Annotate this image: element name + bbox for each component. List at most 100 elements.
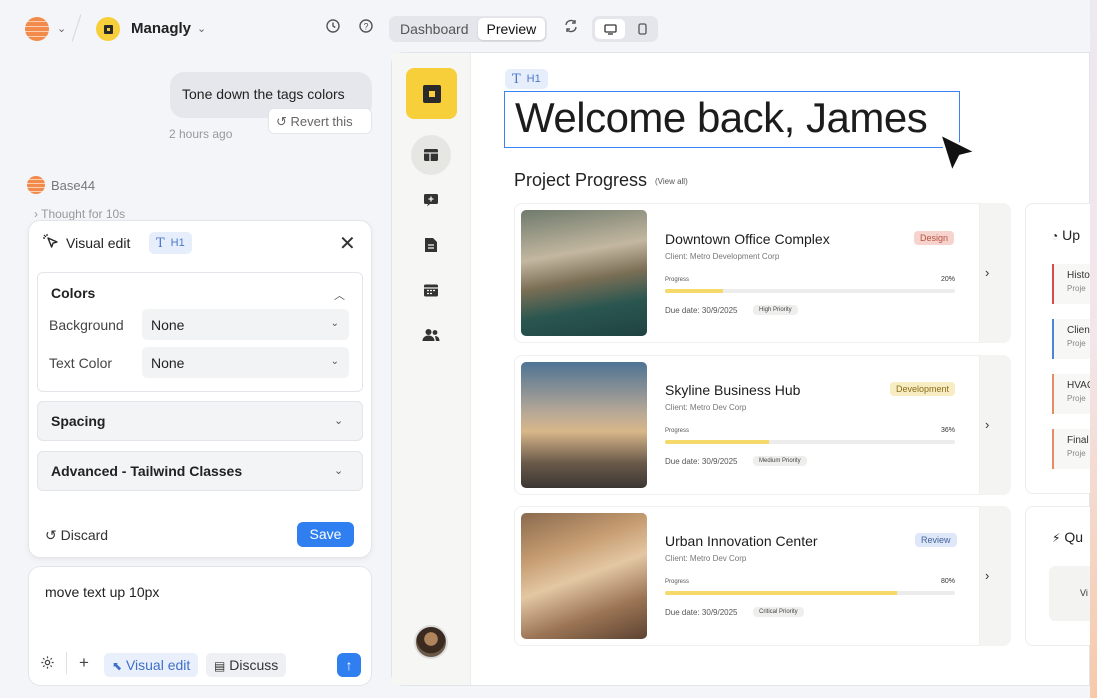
project-image [521, 210, 647, 336]
add-icon[interactable]: + [79, 653, 89, 673]
upcoming-item-sub: Proje [1067, 339, 1086, 348]
save-button[interactable]: Save [297, 522, 354, 547]
project-title: Urban Innovation Center [665, 533, 818, 549]
bolt-icon: ⚡ [1052, 531, 1061, 545]
discard-label: Discard [60, 527, 109, 543]
tab-preview[interactable]: Preview [477, 18, 546, 40]
discuss-button[interactable]: ▤ Discuss [206, 653, 287, 677]
project-title: Downtown Office Complex [665, 231, 830, 247]
chat-bubble-icon: ▤ [214, 659, 226, 673]
tab-dashboard[interactable]: Dashboard [391, 18, 478, 40]
desktop-icon[interactable] [595, 19, 625, 39]
revert-button[interactable]: ↺ Revert this [268, 108, 372, 134]
settings-gear-icon[interactable] [40, 655, 55, 673]
due-date: Due date: 30/9/2025 [665, 608, 738, 617]
top-bar: ⌄ Managly ⌄ ? Dashboard Preview [0, 0, 1090, 56]
device-toggle [592, 16, 658, 42]
project-client: Client: Metro Dev Corp [665, 403, 747, 412]
progress-percent: 20% [940, 276, 955, 283]
upcoming-item-sub: Proje [1067, 394, 1086, 403]
cursor-click-icon: ⬉ [112, 659, 123, 673]
revert-icon: ↺ [276, 114, 287, 129]
project-name[interactable]: Managly [131, 20, 191, 37]
upcoming-item-title: Final [1067, 435, 1089, 446]
undo-icon: ↺ [45, 527, 57, 543]
status-badge: Review [915, 533, 957, 547]
upcoming-item[interactable]: Clien Proje [1052, 319, 1090, 359]
project-image [521, 513, 647, 639]
app-logo-icon[interactable] [406, 68, 457, 119]
upcoming-item[interactable]: Histo Proje [1052, 264, 1090, 304]
progress-fill [665, 289, 723, 293]
welcome-heading[interactable]: Welcome back, James [515, 94, 928, 142]
chevron-down-icon[interactable]: ⌄ [334, 414, 343, 427]
spacing-title[interactable]: Spacing [51, 413, 105, 429]
upcoming-item-title: Clien [1067, 325, 1090, 336]
colors-title[interactable]: Colors [51, 285, 95, 301]
message-timestamp: 2 hours ago [169, 127, 233, 141]
element-tag: T H1 [149, 232, 192, 254]
chevron-down-icon[interactable]: ⌄ [57, 22, 66, 35]
text-type-icon: T [512, 71, 521, 87]
upcoming-item-sub: Proje [1067, 284, 1086, 293]
quick-action-tile[interactable]: Vi [1049, 566, 1090, 621]
chevron-down-icon[interactable]: ⌄ [334, 464, 343, 477]
progress-percent: 80% [940, 578, 955, 585]
upcoming-item[interactable]: Final Proje [1052, 429, 1090, 469]
document-icon[interactable] [419, 233, 443, 257]
svg-text:?: ? [363, 22, 368, 32]
help-icon[interactable]: ? [356, 18, 376, 38]
upcoming-title-label: Up [1062, 227, 1081, 243]
mobile-icon[interactable] [630, 19, 654, 39]
mouse-pointer-icon [936, 130, 982, 187]
progress-percent: 36% [940, 427, 955, 434]
chevron-up-icon[interactable]: ︿ [334, 287, 345, 303]
arrow-up-icon: ↑ [345, 657, 353, 673]
discuss-label: Discuss [229, 657, 279, 673]
chat-input-text[interactable]: move text up 10px [45, 584, 159, 600]
thought-toggle[interactable]: › Thought for 10s [34, 207, 125, 221]
project-client: Client: Metro Dev Corp [665, 554, 747, 563]
quick-actions-title-label: Qu [1064, 529, 1084, 545]
add-project-icon[interactable] [419, 188, 443, 212]
text-color-select[interactable]: None ⌄ [142, 347, 349, 378]
text-color-label: Text Color [49, 355, 113, 371]
history-icon[interactable] [323, 18, 343, 38]
advanced-title[interactable]: Advanced - Tailwind Classes [51, 463, 242, 479]
project-client: Client: Metro Development Corp [665, 252, 780, 261]
send-button[interactable]: ↑ [337, 653, 361, 677]
view-toggle: Dashboard Preview [389, 16, 548, 42]
user-avatar[interactable] [414, 625, 448, 659]
due-date: Due date: 30/9/2025 [665, 457, 738, 466]
project-chevron-down-icon[interactable]: ⌄ [197, 22, 206, 35]
priority-badge: High Priority [753, 305, 798, 315]
close-icon[interactable]: ✕ [339, 231, 356, 256]
visual-edit-button[interactable]: ⬉ Visual edit [104, 653, 199, 677]
refresh-icon[interactable] [561, 18, 581, 38]
visual-edit-title: Visual edit [66, 235, 131, 251]
chevron-right-icon[interactable]: › [985, 265, 989, 280]
agent-avatar-icon [27, 176, 45, 194]
chevron-right-icon[interactable]: › [985, 417, 989, 432]
cursor-click-icon [42, 233, 60, 255]
discard-button[interactable]: ↺ Discard [45, 527, 108, 544]
clock-icon: ◔ [1051, 229, 1059, 243]
background-select[interactable]: None ⌄ [142, 309, 349, 340]
calendar-icon[interactable] [419, 278, 443, 302]
progress-label: Progress [665, 428, 690, 434]
chevron-right-icon[interactable]: › [985, 568, 989, 583]
base44-logo-icon[interactable] [25, 17, 49, 41]
quick-actions-title: ⚡ Qu [1052, 529, 1083, 545]
view-all-link[interactable]: (View all) [655, 177, 688, 186]
divider [71, 14, 82, 42]
background-label: Background [49, 317, 124, 333]
team-icon[interactable] [419, 323, 443, 347]
background-value: None [151, 317, 185, 333]
project-logo-icon [96, 17, 120, 41]
upcoming-item-sub: Proje [1067, 449, 1086, 458]
upcoming-item[interactable]: HVAC Proje [1052, 374, 1090, 414]
progress-fill [665, 440, 770, 444]
divider [66, 652, 67, 674]
upcoming-item-title: HVAC [1067, 380, 1090, 391]
dashboard-icon[interactable] [419, 143, 443, 167]
